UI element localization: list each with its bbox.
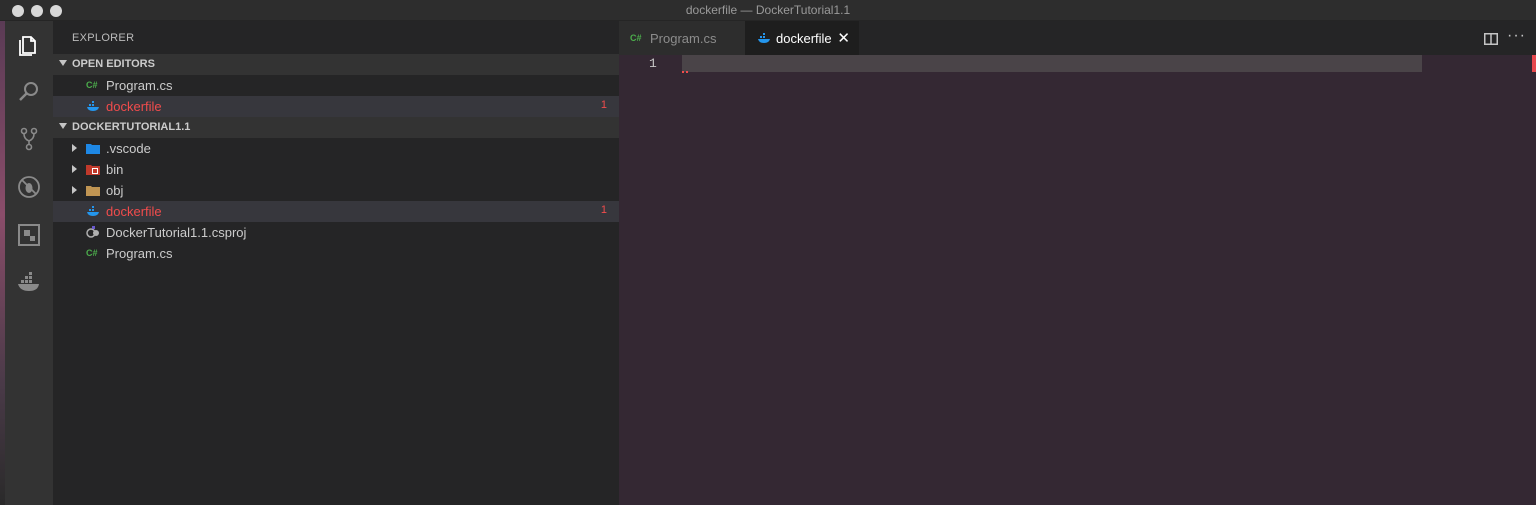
open-editors-label: OPEN EDITORS bbox=[72, 58, 155, 70]
close-tab-icon[interactable]: ✕ bbox=[837, 29, 850, 47]
problem-count-badge: 1 bbox=[600, 204, 607, 216]
bin-folder-icon bbox=[86, 163, 100, 176]
line-number: 1 bbox=[649, 56, 657, 71]
tree-item-csproj[interactable]: DockerTutorial1.1.csproj bbox=[53, 222, 619, 243]
tree-item-bin[interactable]: bin bbox=[53, 159, 619, 180]
open-editors-header[interactable]: OPEN EDITORS bbox=[53, 54, 619, 75]
open-editor-item-dockerfile[interactable]: dockerfile 1 bbox=[53, 96, 619, 117]
tree-item-dockerfile[interactable]: dockerfile 1 bbox=[53, 201, 619, 222]
tab-dockerfile[interactable]: dockerfile ✕ bbox=[745, 21, 859, 55]
file-label: bin bbox=[106, 162, 124, 177]
current-line-highlight bbox=[682, 55, 1422, 72]
csharp-file-icon: C# bbox=[86, 80, 98, 90]
search-icon[interactable] bbox=[17, 80, 41, 104]
tab-label: Program.cs bbox=[650, 31, 717, 46]
docker-icon[interactable] bbox=[17, 271, 41, 295]
title-bar: dockerfile — DockerTutorial1.1 bbox=[0, 0, 1536, 21]
file-label: .vscode bbox=[106, 141, 151, 156]
window-title: dockerfile — DockerTutorial1.1 bbox=[685, 3, 851, 17]
vscode-folder-icon bbox=[86, 142, 100, 155]
explorer-icon[interactable] bbox=[17, 33, 41, 57]
chevron-down-icon bbox=[59, 60, 67, 66]
activity-bar bbox=[5, 21, 53, 505]
explorer-sidebar: EXPLORER OPEN EDITORS C# Program.cs dock… bbox=[53, 21, 619, 505]
sidebar-title: EXPLORER bbox=[72, 32, 135, 44]
chevron-right-icon bbox=[72, 186, 77, 194]
tab-program-cs[interactable]: C# Program.cs bbox=[619, 21, 745, 55]
tree-item-obj[interactable]: obj bbox=[53, 180, 619, 201]
file-label: dockerfile bbox=[106, 99, 162, 114]
problem-count-badge: 1 bbox=[600, 99, 607, 111]
editor-tabs: C# Program.cs dockerfile ✕ ··· bbox=[619, 21, 1536, 55]
docker-file-icon bbox=[86, 205, 100, 218]
chevron-down-icon bbox=[59, 123, 67, 129]
split-editor-icon[interactable] bbox=[1484, 32, 1498, 45]
debug-icon[interactable] bbox=[17, 175, 41, 199]
file-label: dockerfile bbox=[106, 204, 162, 219]
project-folder-label: DOCKERTUTORIAL1.1 bbox=[72, 121, 191, 133]
overview-ruler-error-marker[interactable] bbox=[1532, 55, 1536, 72]
file-label: Program.cs bbox=[106, 246, 173, 261]
tree-item-vscode[interactable]: .vscode bbox=[53, 138, 619, 159]
file-label: DockerTutorial1.1.csproj bbox=[106, 225, 247, 240]
tab-label: dockerfile bbox=[776, 31, 832, 46]
csharp-file-icon: C# bbox=[630, 33, 642, 43]
chevron-right-icon bbox=[72, 165, 77, 173]
folder-icon bbox=[86, 184, 100, 197]
open-editor-item-program-cs[interactable]: C# Program.cs bbox=[53, 75, 619, 96]
more-actions-icon[interactable]: ··· bbox=[1507, 27, 1526, 45]
editor-area: C# Program.cs dockerfile ✕ ··· 1 bbox=[619, 21, 1536, 505]
extensions-icon[interactable] bbox=[17, 223, 41, 247]
error-squiggle bbox=[682, 68, 688, 73]
source-control-icon[interactable] bbox=[17, 127, 41, 151]
tree-item-program-cs[interactable]: C# Program.cs bbox=[53, 243, 619, 264]
file-label: obj bbox=[106, 183, 124, 198]
docker-file-icon bbox=[757, 32, 771, 48]
csharp-file-icon: C# bbox=[86, 248, 98, 258]
project-folder-header[interactable]: DOCKERTUTORIAL1.1 bbox=[53, 117, 619, 138]
chevron-right-icon bbox=[72, 144, 77, 152]
csproj-file-icon bbox=[86, 226, 100, 239]
docker-file-icon bbox=[86, 100, 100, 113]
file-label: Program.cs bbox=[106, 78, 173, 93]
